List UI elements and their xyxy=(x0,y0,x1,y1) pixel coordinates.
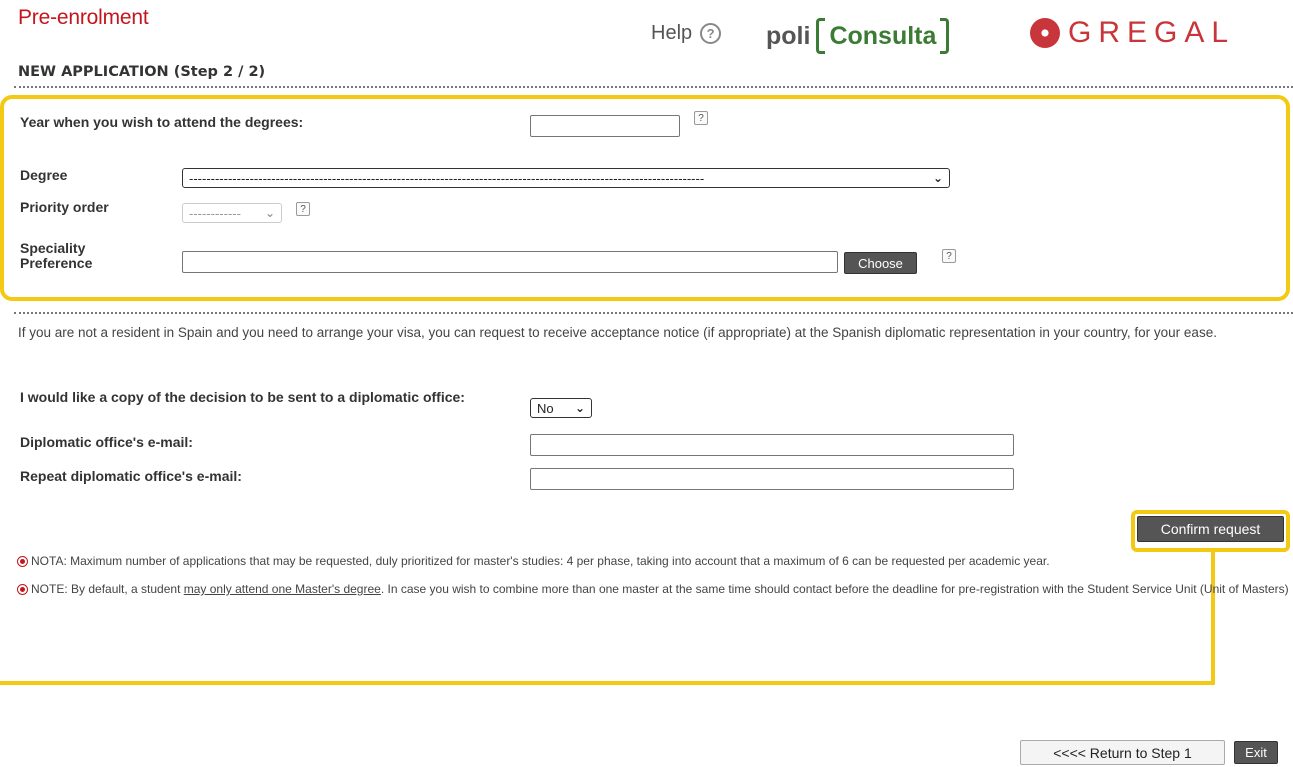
speciality-label-line2: Preference xyxy=(20,255,93,271)
highlight-connector-horizontal xyxy=(0,681,1215,685)
logo-consulta-text: Consulta xyxy=(829,21,937,50)
diplomatic-copy-select[interactable]: No ⌄ xyxy=(530,398,592,418)
return-step1-button[interactable]: <<<< Return to Step 1 xyxy=(1020,740,1225,765)
note-2-suffix: . In case you wish to combine more than … xyxy=(380,582,1289,596)
note-max-applications: NOTA: Maximum number of applications tha… xyxy=(17,555,1292,568)
priority-help-icon[interactable]: ? xyxy=(296,202,310,216)
question-circle-icon: ? xyxy=(700,23,722,44)
degree-select[interactable]: ----------------------------------------… xyxy=(182,168,950,188)
page-subtitle: NEW APPLICATION (Step 2 / 2) xyxy=(18,64,266,80)
logo-consulta: Consulta xyxy=(816,18,950,54)
priority-label: Priority order xyxy=(20,199,109,215)
degree-label: Degree xyxy=(20,167,68,183)
degree-selected-value: ----------------------------------------… xyxy=(189,170,705,186)
bracket-right-icon xyxy=(940,18,950,54)
year-input[interactable] xyxy=(530,115,680,137)
radio-bullet-icon xyxy=(17,584,28,595)
gregal-logo-text: GREGAL xyxy=(1068,16,1236,49)
choose-button[interactable]: Choose xyxy=(844,252,917,274)
repeat-email-input[interactable] xyxy=(530,468,1014,490)
diplomatic-email-label: Diplomatic office's e-mail: xyxy=(20,434,193,450)
gregal-emblem-icon xyxy=(1030,18,1060,48)
chevron-down-icon: ⌄ xyxy=(932,171,943,185)
note-2-text: NOTE: By default, a student may only att… xyxy=(31,583,1289,596)
note-2-link[interactable]: may only attend one Master's degree xyxy=(184,582,381,596)
year-label: Year when you wish to attend the degrees… xyxy=(20,114,304,130)
header-divider xyxy=(14,86,1293,88)
year-help-icon[interactable]: ? xyxy=(694,111,708,125)
policonsulta-logo[interactable]: poli Consulta xyxy=(766,16,950,56)
radio-bullet-icon xyxy=(17,556,28,567)
help-label: Help xyxy=(651,22,693,44)
note-1-text: NOTA: Maximum number of applications tha… xyxy=(31,554,1050,568)
confirm-request-button[interactable]: Confirm request xyxy=(1137,516,1284,542)
gregal-logo[interactable]: GREGAL xyxy=(1030,16,1235,50)
section-divider xyxy=(14,312,1293,314)
bracket-left-icon xyxy=(816,18,826,54)
speciality-help-icon[interactable]: ? xyxy=(942,249,956,263)
highlight-connector-vertical xyxy=(1211,552,1215,684)
page-title: Pre-enrolment xyxy=(18,6,149,29)
note-one-masters: NOTE: By default, a student may only att… xyxy=(17,583,1292,596)
chevron-down-icon: ⌄ xyxy=(574,401,585,415)
diplomatic-copy-selected: No xyxy=(537,400,554,416)
speciality-input[interactable] xyxy=(182,251,838,273)
visa-info-text: If you are not a resident in Spain and y… xyxy=(18,325,1217,340)
priority-selected-value: ------------ xyxy=(189,205,241,221)
repeat-email-label: Repeat diplomatic office's e-mail: xyxy=(20,468,242,484)
note-2-prefix: NOTE: By default, a student xyxy=(31,582,184,596)
logo-poli-text: poli xyxy=(766,21,811,50)
diplomatic-copy-label: I would like a copy of the decision to b… xyxy=(20,389,465,405)
chevron-down-icon: ⌄ xyxy=(264,206,275,220)
help-link[interactable]: Help ? xyxy=(651,22,722,45)
speciality-label-line1: Speciality xyxy=(20,240,86,256)
speciality-label: Speciality Preference xyxy=(20,241,92,271)
exit-button[interactable]: Exit xyxy=(1234,741,1278,764)
diplomatic-email-input[interactable] xyxy=(530,434,1014,456)
priority-select[interactable]: ------------ ⌄ xyxy=(182,203,282,223)
